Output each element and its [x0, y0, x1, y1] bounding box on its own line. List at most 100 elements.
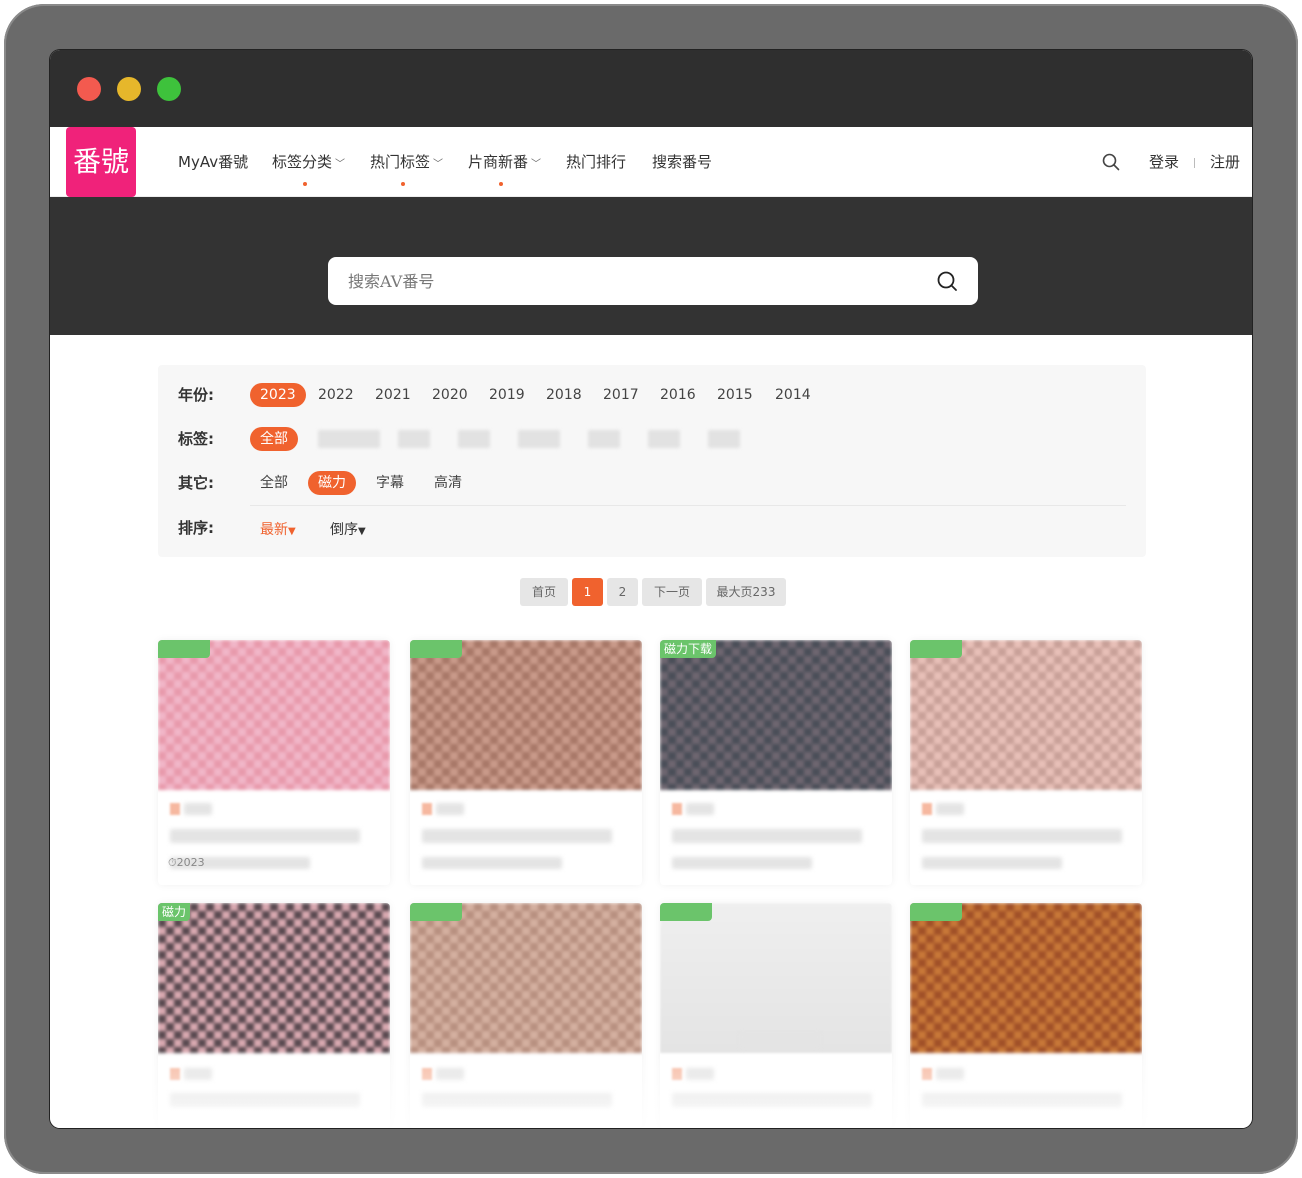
sort-option-newest[interactable]: 最新▼: [260, 519, 296, 539]
meta-code-blurred: [436, 803, 464, 815]
top-navbar: 番號 MyAv番號 标签分类 ﹀ 热门标签 ﹀ 片商新番 ﹀ 热门排行 搜索番号 登录…: [50, 127, 1252, 197]
other-option[interactable]: 字幕: [366, 471, 414, 495]
year-option[interactable]: 2016: [650, 383, 706, 407]
other-option[interactable]: 磁力: [308, 471, 356, 495]
chevron-down-icon: ﹀: [335, 159, 346, 170]
video-card[interactable]: 磁力: [158, 903, 390, 1128]
meta-code-blurred: [936, 1068, 964, 1080]
video-card[interactable]: 磁力下载: [660, 640, 892, 885]
year-option[interactable]: 2014: [765, 383, 821, 407]
year-option[interactable]: 2015: [707, 383, 763, 407]
magnet-badge: 磁力: [158, 903, 191, 921]
title-blurred: [922, 1093, 1122, 1107]
page-number-button[interactable]: 2: [607, 578, 638, 606]
video-card[interactable]: [660, 903, 892, 1128]
thumbnail-text-blurred: [740, 1033, 820, 1049]
magnet-badge: [910, 640, 962, 658]
year-option[interactable]: 2019: [479, 383, 535, 407]
title-bar: [50, 50, 1252, 127]
title-blurred: [422, 1093, 612, 1107]
tag-option-blurred[interactable]: [518, 430, 560, 448]
sort-label: 排序:: [178, 519, 214, 537]
nav-item-studio-new[interactable]: 片商新番 ﹀: [468, 151, 541, 186]
login-link[interactable]: 登录: [1149, 151, 1179, 172]
other-option[interactable]: 全部: [250, 471, 298, 495]
video-card[interactable]: [410, 640, 642, 885]
page-number-button[interactable]: 1: [572, 578, 603, 606]
video-thumbnail[interactable]: [910, 640, 1142, 790]
title-blurred: [170, 829, 360, 843]
page-first-button[interactable]: 首页: [520, 578, 568, 606]
chevron-down-icon: ﹀: [433, 159, 444, 170]
year-option[interactable]: 2022: [308, 383, 364, 407]
meta-icon: [922, 803, 932, 815]
nav-item-home[interactable]: MyAv番號: [178, 151, 248, 172]
video-thumbnail[interactable]: [660, 640, 892, 790]
year-option[interactable]: 2023: [250, 383, 306, 407]
sort-option-reverse[interactable]: 倒序▼: [330, 519, 366, 539]
tag-option-blurred[interactable]: [708, 430, 740, 448]
date-blurred: [422, 857, 562, 869]
nav-divider: [1194, 158, 1195, 168]
caret-down-icon: ▼: [288, 526, 296, 537]
year-option[interactable]: 2018: [536, 383, 592, 407]
maximize-window-button[interactable]: [157, 77, 181, 101]
video-thumbnail[interactable]: [158, 903, 390, 1053]
tag-option-blurred[interactable]: [648, 430, 680, 448]
register-link[interactable]: 注册: [1210, 151, 1240, 172]
video-thumbnail[interactable]: [660, 903, 892, 1053]
magnet-badge: [410, 903, 462, 921]
title-blurred: [672, 829, 862, 843]
close-window-button[interactable]: [77, 77, 101, 101]
filter-panel: 年份: 2023 2022 2021 2020 2019 2018 2017 2…: [158, 365, 1146, 557]
year-option[interactable]: 2021: [365, 383, 421, 407]
page-next-button[interactable]: 下一页: [642, 578, 702, 606]
minimize-window-button[interactable]: [117, 77, 141, 101]
year-option[interactable]: 2020: [422, 383, 478, 407]
magnet-download-badge: 磁力下载: [660, 640, 717, 658]
hero-search-box: [328, 257, 978, 305]
video-card[interactable]: ⏱2023: [158, 640, 390, 885]
title-blurred: [922, 829, 1122, 843]
meta-code-blurred: [686, 1068, 714, 1080]
nav-item-hot-ranking[interactable]: 热门排行: [566, 151, 626, 172]
site-logo[interactable]: 番號: [66, 127, 136, 197]
tag-option-blurred[interactable]: [588, 430, 620, 448]
nav-indicator-dot: [498, 182, 503, 186]
video-thumbnail[interactable]: [158, 640, 390, 790]
meta-code-blurred: [184, 803, 212, 815]
magnet-badge: [158, 640, 210, 658]
search-icon[interactable]: [936, 270, 958, 292]
meta-icon: [422, 803, 432, 815]
meta-code-blurred: [686, 803, 714, 815]
video-thumbnail[interactable]: [410, 903, 642, 1053]
tag-option-blurred[interactable]: [318, 430, 380, 448]
nav-item-label: 搜索番号: [652, 153, 713, 171]
tag-option-blurred[interactable]: [398, 430, 430, 448]
video-thumbnail[interactable]: [410, 640, 642, 790]
filter-separator: [250, 505, 1126, 506]
tag-filter-label: 标签:: [178, 430, 214, 448]
nav-item-hot-tags[interactable]: 热门标签 ﹀: [370, 151, 444, 186]
sort-option-label: 最新: [260, 522, 288, 538]
nav-item-tag-categories[interactable]: 标签分类 ﹀: [272, 151, 346, 186]
nav-indicator-dot: [400, 182, 405, 186]
video-thumbnail[interactable]: [910, 903, 1142, 1053]
title-blurred: [170, 1093, 360, 1107]
video-card[interactable]: [910, 903, 1142, 1128]
page-last-button[interactable]: 最大页233: [706, 578, 786, 606]
meta-code-blurred: [184, 1068, 212, 1080]
magnet-badge: [410, 640, 462, 658]
tag-option-blurred[interactable]: [458, 430, 490, 448]
video-card[interactable]: [410, 903, 642, 1128]
other-filter-label: 其它:: [178, 474, 214, 492]
nav-item-label: MyAv番號: [178, 153, 249, 171]
caret-down-icon: ▼: [358, 526, 366, 537]
nav-item-search-code[interactable]: 搜索番号: [652, 151, 712, 172]
other-option[interactable]: 高清: [424, 471, 472, 495]
search-icon[interactable]: [1102, 153, 1120, 171]
tag-option-all[interactable]: 全部: [250, 427, 298, 451]
year-option[interactable]: 2017: [593, 383, 649, 407]
search-input[interactable]: [328, 257, 908, 305]
video-card[interactable]: [910, 640, 1142, 885]
